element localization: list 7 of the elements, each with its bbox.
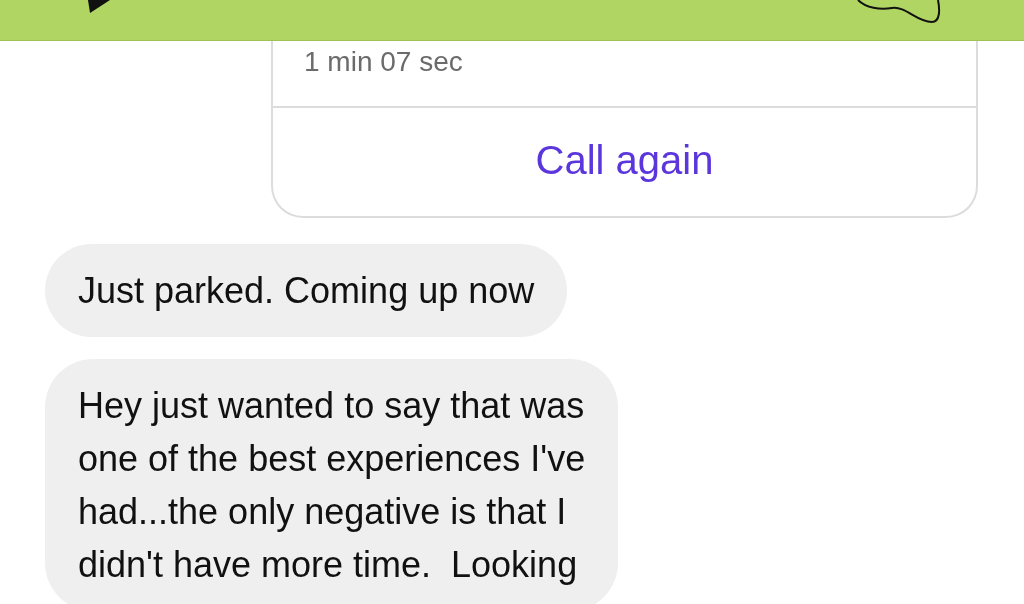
- call-duration: 1 min 07 sec: [304, 46, 463, 77]
- play-icon: [86, 0, 112, 14]
- message-text: Hey just wanted to say that was one of the best experiences I've had...the only negative is that I didn't have more time. Looking: [78, 384, 586, 587]
- call-again-button[interactable]: Call again: [535, 136, 714, 184]
- promo-banner[interactable]: [0, 0, 1024, 41]
- message-text: Just parked. Coming up now: [78, 269, 535, 313]
- doodle-icon: [856, 0, 942, 24]
